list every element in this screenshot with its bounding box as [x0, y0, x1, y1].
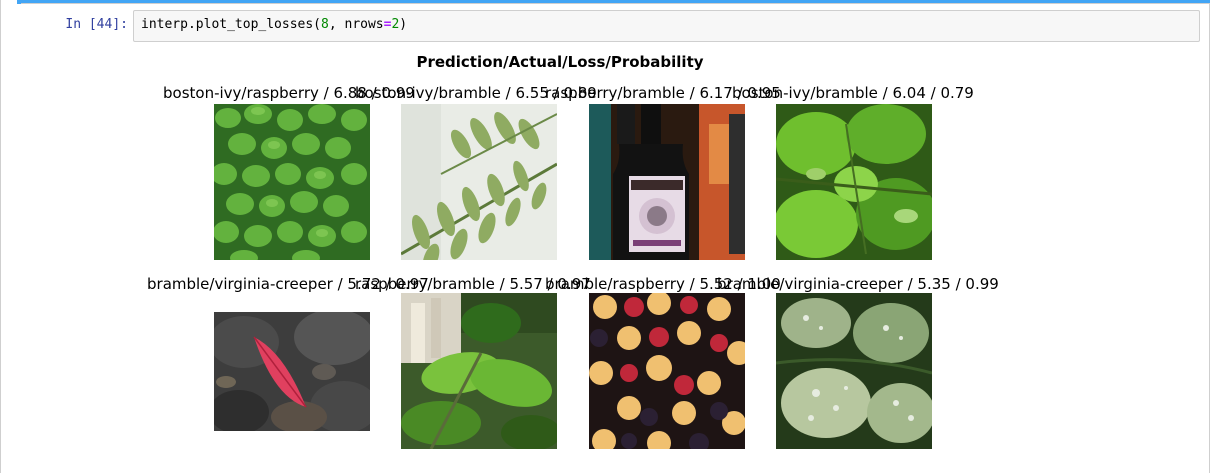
code-separator: , nrows: [328, 17, 384, 32]
cell-border-top: [21, 3, 1210, 4]
input-prompt: In [44]:: [65, 17, 128, 32]
red-leaf-rocks-image: [214, 312, 370, 431]
variegated-leaves-image: [776, 293, 932, 449]
ivy-leaves-image: [214, 104, 370, 260]
fern-frond-image: [401, 104, 557, 260]
liquor-bottles-image: [589, 104, 745, 260]
figure-title: Prediction/Actual/Loss/Probability: [416, 53, 704, 71]
code-close-paren: ): [399, 17, 408, 32]
code-line[interactable]: interp.plot_top_losses(8, nrows=2): [141, 17, 407, 32]
panel-label: bramble/virginia-creeper / 5.35 / 0.99: [717, 275, 999, 293]
mixed-berries-image: [589, 293, 745, 449]
code-input-area[interactable]: interp.plot_top_losses(8, nrows=2): [133, 10, 1200, 42]
code-number-arg: 8: [321, 17, 329, 32]
code-function-call: interp.plot_top_losses(: [141, 17, 322, 32]
notebook-cell[interactable]: In [44]: interp.plot_top_losses(8, nrows…: [0, 0, 1210, 473]
panel-label: boston-ivy/bramble / 6.04 / 0.79: [732, 84, 974, 102]
green-leaves-frog-image: [776, 104, 932, 260]
cell-border-left: [0, 0, 1, 473]
green-leaves-stems-image: [401, 293, 557, 449]
